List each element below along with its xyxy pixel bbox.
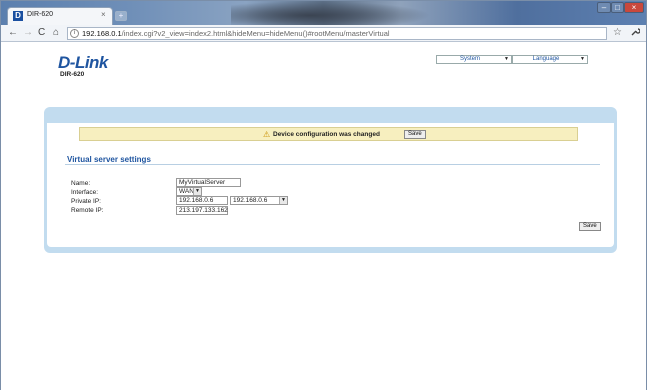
content-panel-body: ⚠ Device configuration was changed Save … <box>47 123 614 247</box>
chevron-down-icon: ▼ <box>504 56 509 62</box>
private-ip-select-value: 192.168.0.6 <box>233 197 268 204</box>
notice-save-button[interactable]: Save <box>404 130 426 139</box>
private-ip-label: Private IP: <box>71 198 101 205</box>
dlink-favicon-icon: D <box>13 11 23 21</box>
home-icon[interactable]: ⌂ <box>53 27 59 39</box>
system-menu-dropdown[interactable]: System ▼ <box>436 55 512 64</box>
minimize-button[interactable]: – <box>597 2 611 13</box>
title-bar: D DIR-620 × + – □ × <box>1 1 646 25</box>
forward-arrow-icon[interactable]: → <box>23 27 33 39</box>
tab-close-icon[interactable]: × <box>101 10 106 19</box>
tab-title: DIR-620 <box>27 11 54 18</box>
router-page: D-Link DIR-620 System ▼ Language ▼ ⚠ Dev… <box>1 43 646 390</box>
address-text: 192.168.0.1/index.cgi?v2_view=index2.htm… <box>82 29 390 38</box>
config-changed-notice: ⚠ Device configuration was changed Save <box>79 127 578 141</box>
save-button[interactable]: Save <box>579 222 601 231</box>
notice-text: Device configuration was changed <box>273 131 380 138</box>
reload-icon[interactable]: C <box>38 27 45 39</box>
section-title: Virtual server settings <box>67 155 151 164</box>
interface-select-value: WAN <box>179 188 194 195</box>
page-info-icon[interactable]: i <box>70 29 79 38</box>
language-menu-label: Language <box>532 56 560 62</box>
remote-ip-field[interactable]: 213.197.133.162 <box>176 206 228 215</box>
wrench-menu-icon[interactable] <box>630 27 641 40</box>
name-label: Name: <box>71 180 91 187</box>
bookmark-star-icon[interactable]: ☆ <box>613 27 622 38</box>
chevron-down-icon: ▼ <box>279 197 287 204</box>
remote-ip-label: Remote IP: <box>71 207 104 214</box>
private-ip-select[interactable]: 192.168.0.6 ▼ <box>230 196 288 205</box>
browser-tab[interactable]: D DIR-620 × <box>7 7 113 25</box>
theme-artwork <box>231 1 431 25</box>
new-tab-button[interactable]: + <box>115 11 127 21</box>
content-panel: ⚠ Device configuration was changed Save … <box>44 107 617 253</box>
section-divider <box>65 164 600 165</box>
dlink-logo: D-Link <box>58 53 108 72</box>
browser-toolbar: ← → C ⌂ i 192.168.0.1/index.cgi?v2_view=… <box>1 25 646 42</box>
browser-window: D DIR-620 × + – □ × ← → C ⌂ i 192.168.0.… <box>0 0 647 390</box>
chevron-down-icon: ▼ <box>580 56 585 62</box>
interface-select[interactable]: WAN ▼ <box>176 187 202 196</box>
language-menu-dropdown[interactable]: Language ▼ <box>512 55 588 64</box>
url-host: 192.168.0.1 <box>82 29 122 38</box>
interface-label: Interface: <box>71 189 99 196</box>
address-bar[interactable]: i 192.168.0.1/index.cgi?v2_view=index2.h… <box>67 27 607 40</box>
chevron-down-icon: ▼ <box>193 188 201 195</box>
system-menu-label: System <box>459 56 480 62</box>
private-ip-field[interactable]: 192.168.0.6 <box>176 196 228 205</box>
maximize-button[interactable]: □ <box>611 2 624 13</box>
model-name: DIR-620 <box>60 71 85 78</box>
url-path: /index.cgi?v2_view=index2.html&hideMenu=… <box>121 29 390 38</box>
close-window-button[interactable]: × <box>624 2 644 13</box>
name-field[interactable]: MyVirtualServer <box>176 178 241 187</box>
warning-icon: ⚠ <box>263 130 271 139</box>
back-arrow-icon[interactable]: ← <box>8 27 18 39</box>
